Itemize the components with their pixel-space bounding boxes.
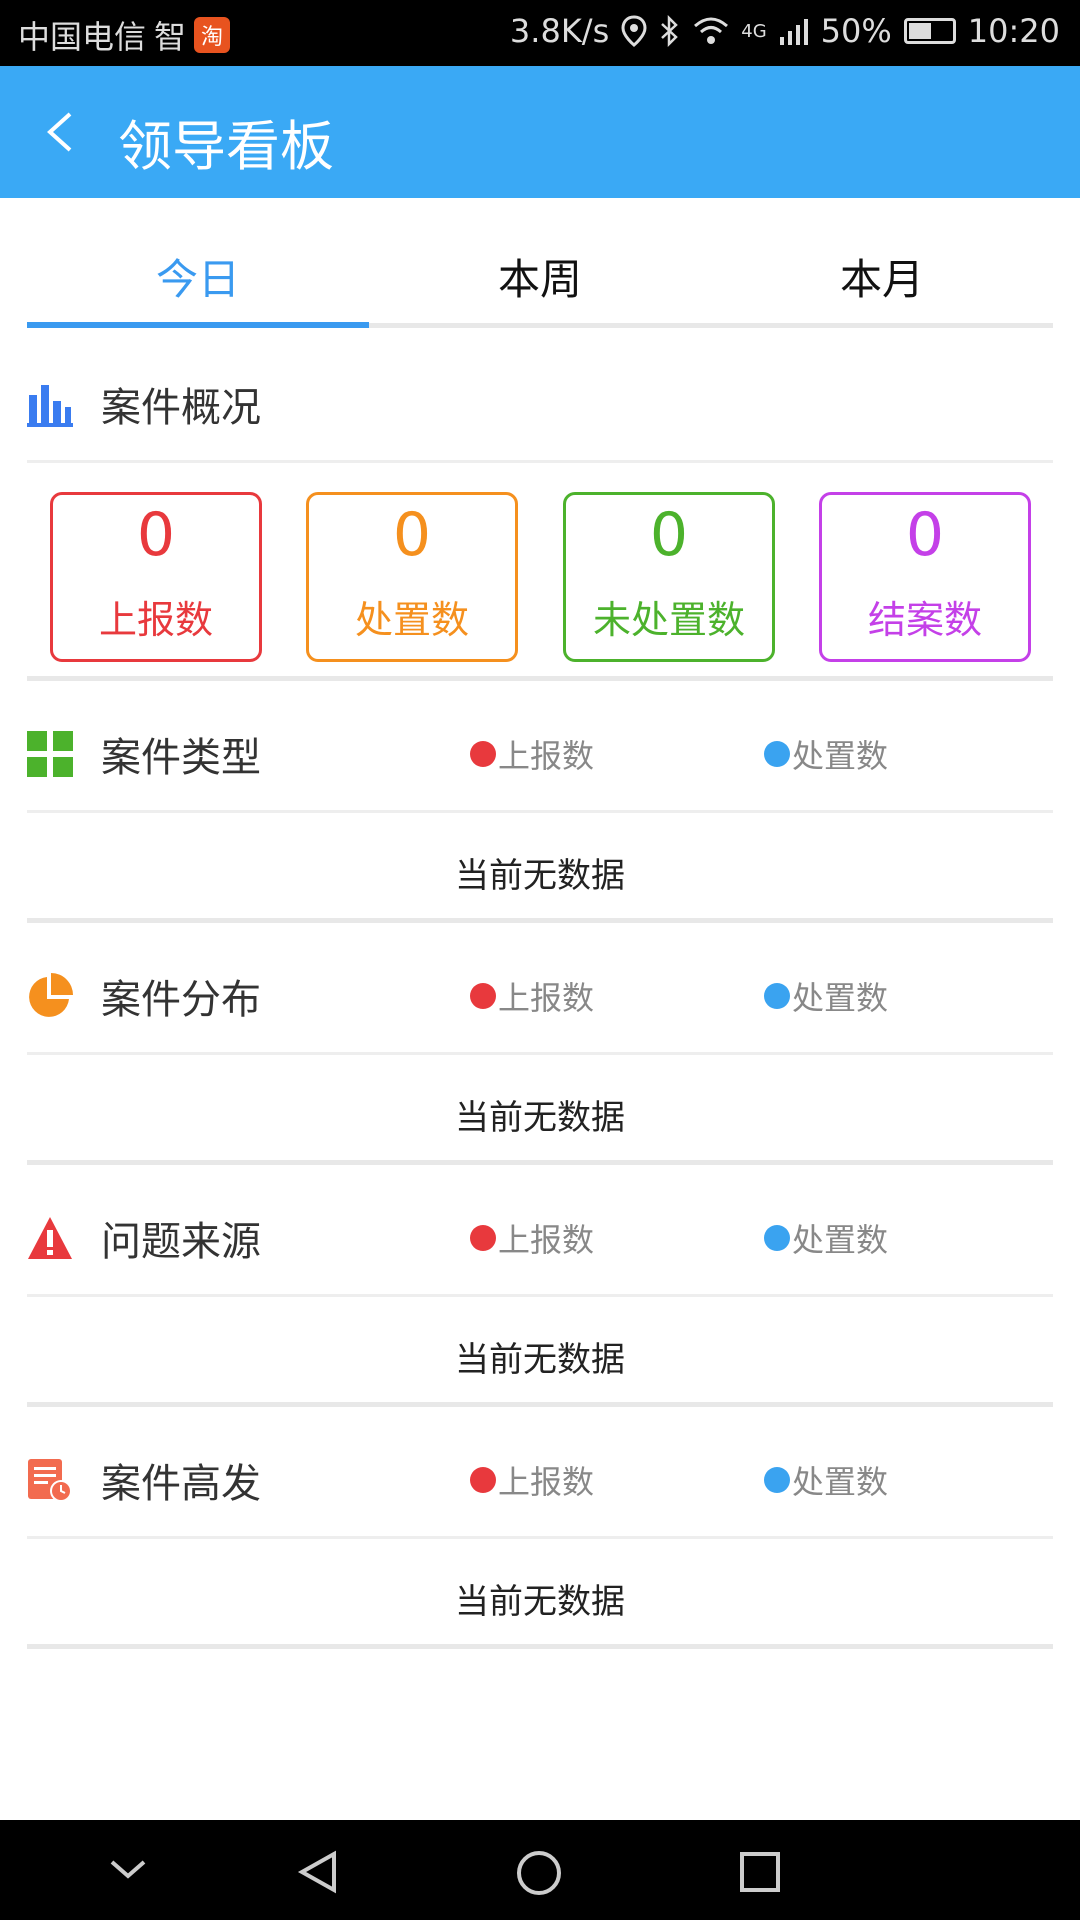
case-distribution-title: 案件分布 — [101, 977, 261, 1023]
battery-icon — [903, 18, 956, 44]
legend-reported: 上报数 — [470, 731, 594, 777]
battery-percent: 50% — [820, 12, 892, 50]
red-dot-icon — [470, 1467, 496, 1493]
section-divider — [27, 1160, 1053, 1165]
chevron-down-icon[interactable] — [106, 1850, 150, 1890]
handled-count: 0 — [392, 500, 432, 570]
carrier-label: 中国电信 — [18, 18, 147, 56]
case-distribution-empty: 当前无数据 — [455, 1098, 625, 1138]
section-divider — [27, 918, 1053, 923]
status-bar: 中国电信 智 淘 3.8K/s 4G 50% 10:20 — [0, 0, 1080, 66]
case-hotspot-title: 案件高发 — [101, 1461, 261, 1507]
red-dot-icon — [470, 1225, 496, 1251]
section-divider — [27, 1644, 1053, 1649]
blue-dot-icon — [764, 1225, 790, 1251]
problem-source-empty: 当前无数据 — [455, 1340, 625, 1380]
status-right: 3.8K/s 4G 50% 10:20 — [510, 12, 1060, 50]
reported-count: 0 — [136, 500, 176, 570]
reported-count-card[interactable]: 0 上报数 — [50, 492, 262, 662]
grid-icon — [27, 731, 73, 777]
bar-chart-icon — [27, 385, 73, 427]
problem-source-header: 问题来源 上报数 处置数 — [27, 1182, 1053, 1297]
tab-this-month[interactable]: 本月 — [711, 198, 1053, 323]
case-hotspot-empty: 当前无数据 — [455, 1582, 625, 1622]
red-dot-icon — [470, 741, 496, 767]
system-nav-bar — [0, 1820, 1080, 1920]
wifi-icon — [694, 17, 729, 44]
recents-square-icon[interactable] — [738, 1850, 782, 1894]
unhandled-count: 0 — [649, 500, 689, 570]
case-type-title: 案件类型 — [101, 735, 261, 781]
legend-reported: 上报数 — [470, 1457, 594, 1503]
unhandled-count-card[interactable]: 0 未处置数 — [563, 492, 775, 662]
location-icon — [621, 15, 647, 47]
blue-dot-icon — [764, 741, 790, 767]
blue-dot-icon — [764, 1467, 790, 1493]
calendar-clock-icon — [28, 1459, 72, 1502]
case-hotspot-header: 案件高发 上报数 处置数 — [27, 1424, 1053, 1539]
warning-icon — [28, 1217, 72, 1259]
case-type-empty: 当前无数据 — [455, 856, 625, 896]
bluetooth-icon — [661, 15, 679, 47]
network-type: 4G — [741, 20, 767, 42]
signal-icon — [779, 19, 808, 45]
period-tabs: 今日 本周 本月 — [27, 198, 1053, 328]
tab-today[interactable]: 今日 — [27, 198, 369, 328]
back-triangle-icon[interactable] — [296, 1850, 340, 1894]
pie-icon — [29, 973, 73, 1017]
case-type-header: 案件类型 上报数 处置数 — [27, 698, 1053, 813]
legend-handled: 处置数 — [764, 1215, 888, 1261]
taobao-app-icon: 淘 — [194, 17, 231, 53]
handled-count-card[interactable]: 0 处置数 — [306, 492, 518, 662]
blue-dot-icon — [764, 983, 790, 1009]
network-speed: 3.8K/s — [509, 12, 610, 50]
overview-title: 案件概况 — [101, 385, 261, 431]
carrier-extra: 智 — [154, 18, 187, 56]
overview-cards: 0 上报数 0 处置数 0 未处置数 0 结案数 — [27, 492, 1053, 682]
case-distribution-header: 案件分布 上报数 处置数 — [27, 940, 1053, 1055]
overview-header: 案件概况 — [27, 348, 1053, 463]
app-bar: 领导看板 — [0, 66, 1080, 198]
page-title: 领导看板 — [118, 115, 334, 178]
closed-count-card[interactable]: 0 结案数 — [819, 492, 1031, 662]
red-dot-icon — [470, 983, 496, 1009]
unhandled-label: 未处置数 — [592, 598, 745, 642]
legend-handled: 处置数 — [764, 731, 888, 777]
problem-source-title: 问题来源 — [101, 1219, 261, 1265]
section-divider — [27, 1402, 1053, 1407]
closed-label: 结案数 — [867, 598, 982, 642]
closed-count: 0 — [905, 500, 945, 570]
legend-reported: 上报数 — [470, 1215, 594, 1261]
clock: 10:20 — [967, 12, 1060, 50]
legend-handled: 处置数 — [764, 1457, 888, 1503]
status-left: 中国电信 智 淘 — [18, 12, 231, 58]
back-arrow-icon[interactable] — [38, 108, 86, 156]
section-divider — [27, 676, 1053, 681]
legend-handled: 处置数 — [764, 973, 888, 1019]
handled-label: 处置数 — [354, 598, 469, 642]
home-circle-icon[interactable] — [516, 1850, 562, 1896]
tab-this-week[interactable]: 本周 — [369, 198, 711, 323]
reported-label: 上报数 — [98, 598, 213, 642]
legend-reported: 上报数 — [470, 973, 594, 1019]
